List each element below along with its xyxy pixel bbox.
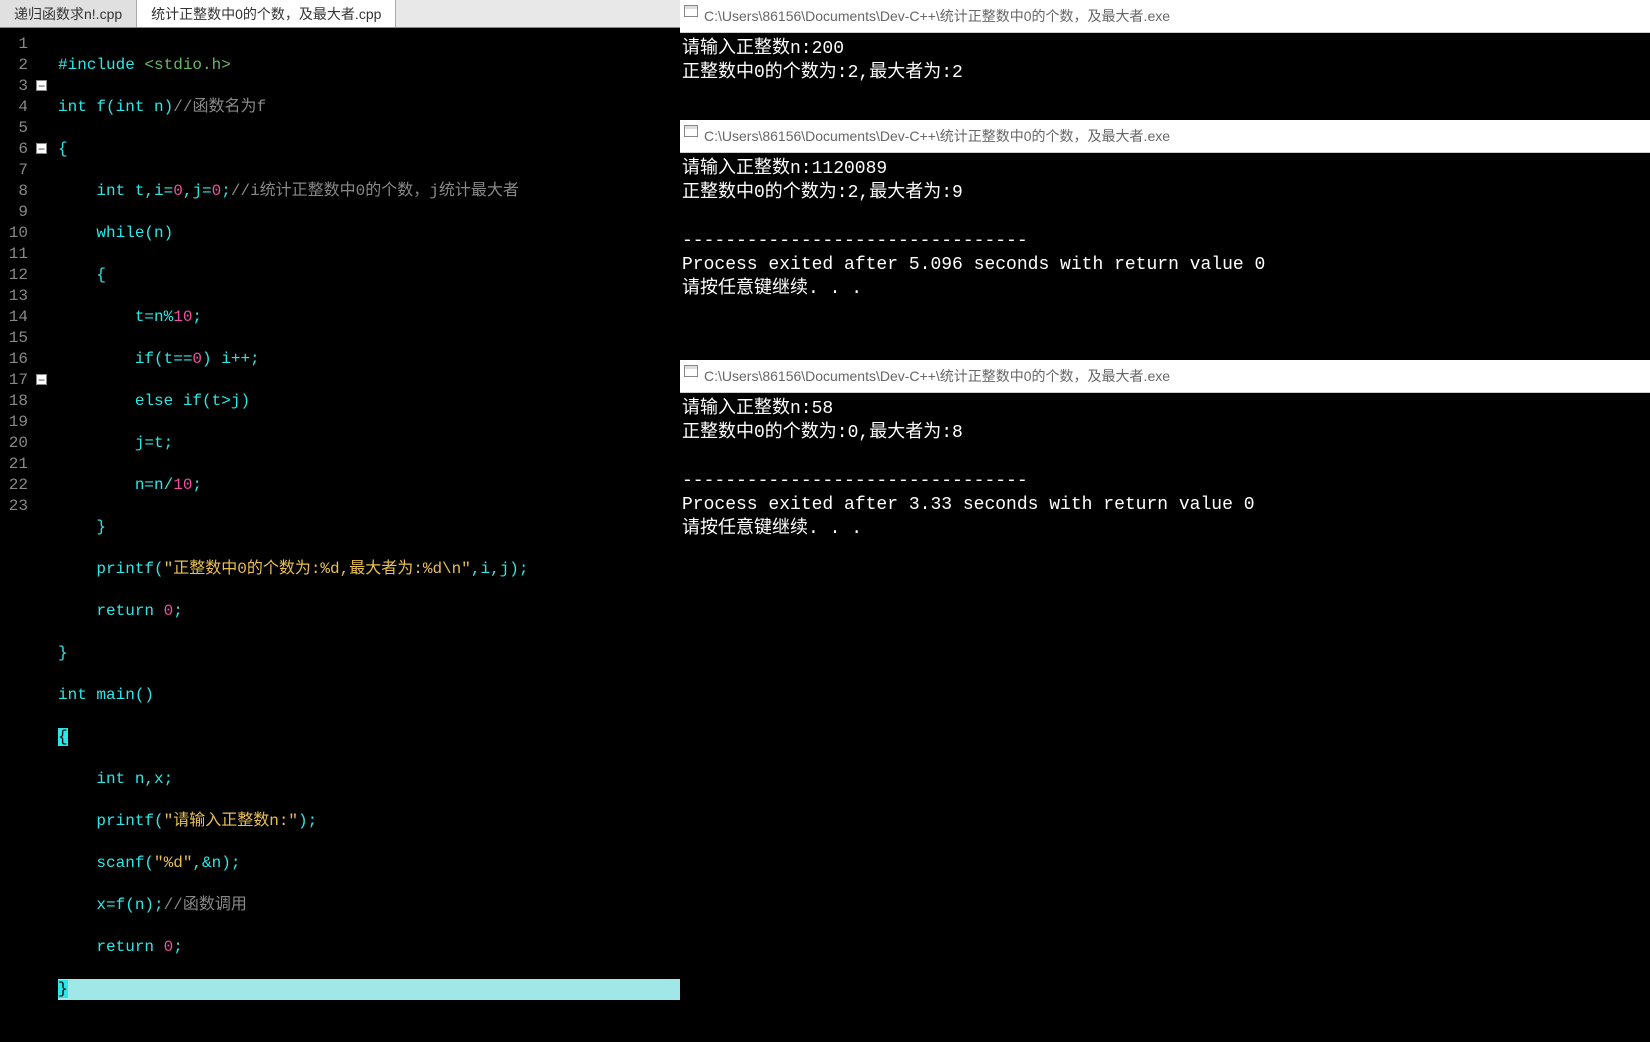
fold-icon[interactable]	[36, 374, 47, 385]
code-token: int	[58, 686, 87, 704]
window-icon	[684, 5, 698, 17]
editor-panel: 递归函数求n!.cpp 统计正整数中0的个数，及最大者.cpp 12345678…	[0, 0, 680, 787]
code-number: 0	[192, 350, 202, 368]
console-window-2: C:\Users\86156\Documents\Dev-C++\统计正整数中0…	[680, 120, 1650, 360]
window-icon	[684, 365, 698, 377]
code-string: "请输入正整数n:"	[164, 812, 298, 830]
code-comment: //函数调用	[164, 896, 247, 914]
code-token: ;	[173, 938, 183, 956]
code-number: 0	[164, 938, 174, 956]
console-output[interactable]: 请输入正整数n:58 正整数中0的个数为:0,最大者为:8 ----------…	[680, 393, 1650, 551]
code-token: if	[58, 350, 154, 368]
console-title-text: C:\Users\86156\Documents\Dev-C++\统计正整数中0…	[704, 368, 1170, 384]
code-token: ,j=	[183, 182, 212, 200]
code-token: ;	[192, 476, 202, 494]
code-token: n,x;	[125, 770, 173, 788]
code-string: "%d"	[154, 854, 192, 872]
code-number: 10	[173, 308, 192, 326]
code-token: int	[58, 182, 125, 200]
code-token: t=n%	[58, 308, 173, 326]
code-token: {	[58, 140, 68, 158]
code-token: (n)	[144, 224, 173, 242]
code-token: );	[298, 812, 317, 830]
tab-file-2[interactable]: 统计正整数中0的个数，及最大者.cpp	[137, 0, 396, 27]
code-number: 0	[212, 182, 222, 200]
code-comment: //函数名为f	[173, 98, 266, 116]
code-token: f(	[87, 98, 116, 116]
code-token: printf(	[58, 812, 164, 830]
code-token: n=n/	[58, 476, 173, 494]
code-token: ;	[192, 308, 202, 326]
code-token: scanf(	[58, 854, 154, 872]
code-area[interactable]: #include <stdio.h> int f(int n)//函数名为f {…	[52, 28, 680, 1042]
console-title[interactable]: C:\Users\86156\Documents\Dev-C++\统计正整数中0…	[680, 360, 1650, 393]
code-number: 10	[173, 476, 192, 494]
code-token: t,i=	[125, 182, 173, 200]
code-token: ;	[221, 182, 231, 200]
code-token: #include	[58, 56, 135, 74]
code-token: ) i++;	[202, 350, 260, 368]
code-token: <stdio.h>	[135, 56, 231, 74]
code-string: "正整数中0的个数为:%d,最大者为:%d\n"	[164, 560, 471, 578]
console-output[interactable]: 请输入正整数n:1120089 正整数中0的个数为:2,最大者为:9 -----…	[680, 153, 1650, 311]
code-token: x=f(n);	[58, 896, 164, 914]
code-token: printf(	[58, 560, 164, 578]
console-window-3: C:\Users\86156\Documents\Dev-C++\统计正整数中0…	[680, 360, 1650, 787]
code-token: }	[58, 518, 106, 536]
code-token: ,i,j);	[471, 560, 529, 578]
code-token: }	[58, 644, 68, 662]
console-window-1: C:\Users\86156\Documents\Dev-C++\统计正整数中0…	[680, 0, 1650, 120]
current-line: }	[58, 979, 680, 1000]
code-token: {	[58, 266, 106, 284]
code-token: (t==	[154, 350, 192, 368]
code-token: else if	[58, 392, 202, 410]
code-token: j=t;	[58, 434, 173, 452]
code-token: int	[58, 98, 87, 116]
console-title-text: C:\Users\86156\Documents\Dev-C++\统计正整数中0…	[704, 8, 1170, 24]
tab-bar: 递归函数求n!.cpp 统计正整数中0的个数，及最大者.cpp	[0, 0, 680, 28]
code-token: int	[116, 98, 145, 116]
code-token: int	[58, 770, 125, 788]
code-token: main()	[87, 686, 154, 704]
code-token: ,&n);	[192, 854, 240, 872]
console-title-text: C:\Users\86156\Documents\Dev-C++\统计正整数中0…	[704, 128, 1170, 144]
code-token: return	[58, 602, 164, 620]
code-token: ;	[173, 602, 183, 620]
console-output[interactable]: 请输入正整数n:200 正整数中0的个数为:2,最大者为:2	[680, 33, 1650, 95]
bracket-match: }	[58, 980, 68, 998]
fold-icon[interactable]	[36, 143, 47, 154]
code-number: 0	[164, 602, 174, 620]
bracket-match: {	[58, 728, 68, 746]
code-token: while	[58, 224, 144, 242]
code-number: 0	[173, 182, 183, 200]
code-token: n)	[144, 98, 173, 116]
code-token: (t>j)	[202, 392, 250, 410]
fold-column	[34, 28, 52, 1042]
code-editor[interactable]: 1234567891011121314151617181920212223 #i…	[0, 28, 680, 1042]
tab-file-1[interactable]: 递归函数求n!.cpp	[0, 0, 137, 27]
console-title[interactable]: C:\Users\86156\Documents\Dev-C++\统计正整数中0…	[680, 0, 1650, 33]
fold-icon[interactable]	[36, 80, 47, 91]
code-token: return	[58, 938, 164, 956]
code-comment: //i统计正整数中0的个数，j统计最大者	[231, 182, 519, 200]
line-gutter: 1234567891011121314151617181920212223	[0, 28, 34, 1042]
window-icon	[684, 125, 698, 137]
console-title[interactable]: C:\Users\86156\Documents\Dev-C++\统计正整数中0…	[680, 120, 1650, 153]
console-panel: C:\Users\86156\Documents\Dev-C++\统计正整数中0…	[680, 0, 1650, 787]
